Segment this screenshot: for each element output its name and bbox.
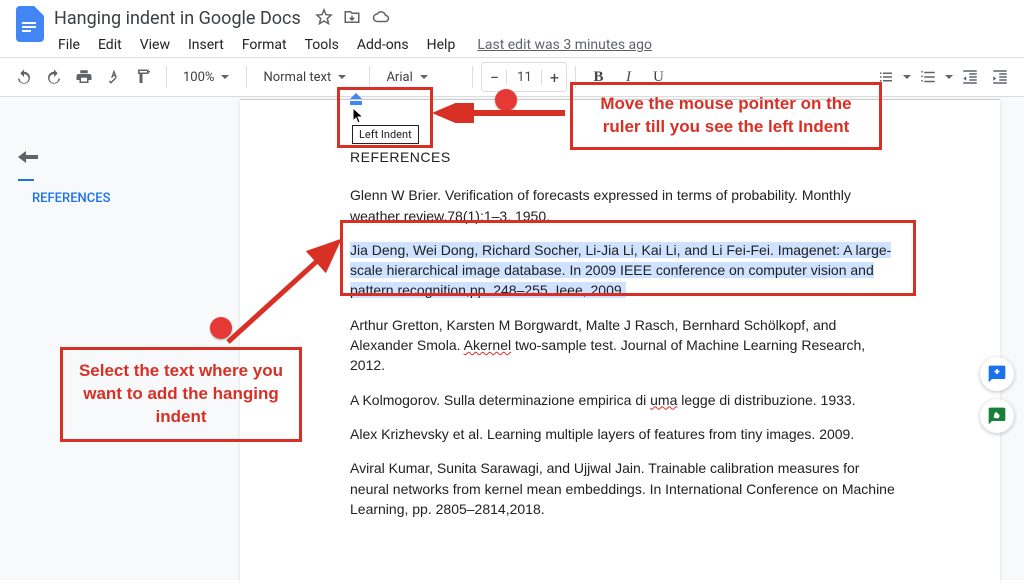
decrease-indent-icon[interactable]: [956, 63, 984, 91]
outline-divider: [18, 179, 34, 181]
font-size-increase[interactable]: +: [542, 63, 566, 91]
titlebar: Hanging indent in Google Docs File Edit …: [0, 0, 1024, 57]
bulleted-list-icon[interactable]: [872, 63, 900, 91]
chevron-down-icon: [337, 72, 347, 82]
spellcheck-icon[interactable]: [100, 63, 128, 91]
cloud-status-icon[interactable]: [371, 8, 391, 30]
suggest-edits-icon[interactable]: [980, 399, 1014, 433]
star-icon[interactable]: [315, 8, 333, 30]
print-icon[interactable]: [70, 63, 98, 91]
annotation-step-badge-1: [210, 317, 232, 339]
outline-item-references[interactable]: REFERENCES: [0, 187, 220, 210]
paint-format-icon[interactable]: [130, 63, 158, 91]
outline-collapse-icon[interactable]: [14, 143, 42, 171]
separator: [472, 66, 473, 88]
spellcheck-underline: uma: [650, 392, 677, 408]
menu-insert[interactable]: Insert: [180, 33, 232, 57]
font-dropdown[interactable]: Arial: [378, 64, 464, 90]
reference-entry: Aviral Kumar, Sunita Sarawagi, and Ujjwa…: [350, 458, 895, 519]
menu-tools[interactable]: Tools: [297, 33, 347, 57]
add-comment-icon[interactable]: [980, 357, 1014, 391]
move-icon[interactable]: [343, 8, 361, 30]
menu-format[interactable]: Format: [234, 33, 295, 57]
heading-references: REFERENCES: [350, 147, 895, 167]
reference-entry-selected: Jia Deng, Wei Dong, Richard Socher, Li-J…: [350, 240, 895, 301]
separator: [369, 66, 370, 88]
ruler-tooltip: Left Indent: [352, 125, 419, 144]
undo-icon[interactable]: [10, 63, 38, 91]
underline-button[interactable]: U: [644, 63, 672, 91]
menu-file[interactable]: File: [50, 33, 88, 57]
spellcheck-underline: Akernel: [464, 337, 511, 353]
reference-entry: Arthur Gretton, Karsten M Borgwardt, Mal…: [350, 315, 895, 376]
paragraph-style-value: Normal text: [263, 70, 331, 85]
menu-addons[interactable]: Add-ons: [349, 33, 417, 57]
document-title[interactable]: Hanging indent in Google Docs: [50, 6, 305, 31]
chevron-down-icon[interactable]: [944, 72, 954, 82]
menu-edit[interactable]: Edit: [90, 33, 130, 57]
last-edit-link[interactable]: Last edit was 3 minutes ago: [477, 37, 652, 53]
separator: [166, 66, 167, 88]
document-outline: REFERENCES: [0, 137, 220, 210]
zoom-dropdown[interactable]: 100%: [175, 64, 238, 90]
font-size-stepper: − 11 +: [481, 62, 567, 92]
increase-indent-icon[interactable]: [986, 63, 1014, 91]
chevron-down-icon[interactable]: [902, 72, 912, 82]
menu-help[interactable]: Help: [419, 33, 464, 57]
docs-logo-icon[interactable]: [12, 6, 48, 42]
reference-entry: Glenn W Brier. Verification of forecasts…: [350, 185, 895, 226]
separator: [575, 66, 576, 88]
chevron-down-icon: [220, 72, 230, 82]
bold-button[interactable]: B: [584, 63, 612, 91]
workspace: 1 2 3 5 6 7 REFERENCES Left Indent REFER…: [0, 97, 1024, 580]
zoom-value: 100%: [183, 70, 214, 85]
font-size-decrease[interactable]: −: [482, 63, 506, 91]
side-rail: [980, 357, 1014, 433]
document-body[interactable]: REFERENCES Glenn W Brier. Verification o…: [350, 147, 895, 533]
separator: [246, 66, 247, 88]
toolbar: 100% Normal text Arial − 11 + B I U: [0, 57, 1024, 97]
italic-button[interactable]: I: [614, 63, 642, 91]
selected-text: Jia Deng, Wei Dong, Richard Socher, Li-J…: [350, 242, 891, 299]
menubar: File Edit View Insert Format Tools Add-o…: [50, 33, 652, 57]
numbered-list-icon[interactable]: [914, 63, 942, 91]
font-value: Arial: [386, 70, 412, 85]
redo-icon[interactable]: [40, 63, 68, 91]
paragraph-style-dropdown[interactable]: Normal text: [255, 64, 361, 90]
chevron-down-icon: [419, 72, 429, 82]
menu-view[interactable]: View: [132, 33, 178, 57]
reference-entry: Alex Krizhevsky et al. Learning multiple…: [350, 424, 895, 444]
font-size-value[interactable]: 11: [506, 70, 542, 85]
reference-entry: A Kolmogorov. Sulla determinazione empir…: [350, 390, 895, 410]
